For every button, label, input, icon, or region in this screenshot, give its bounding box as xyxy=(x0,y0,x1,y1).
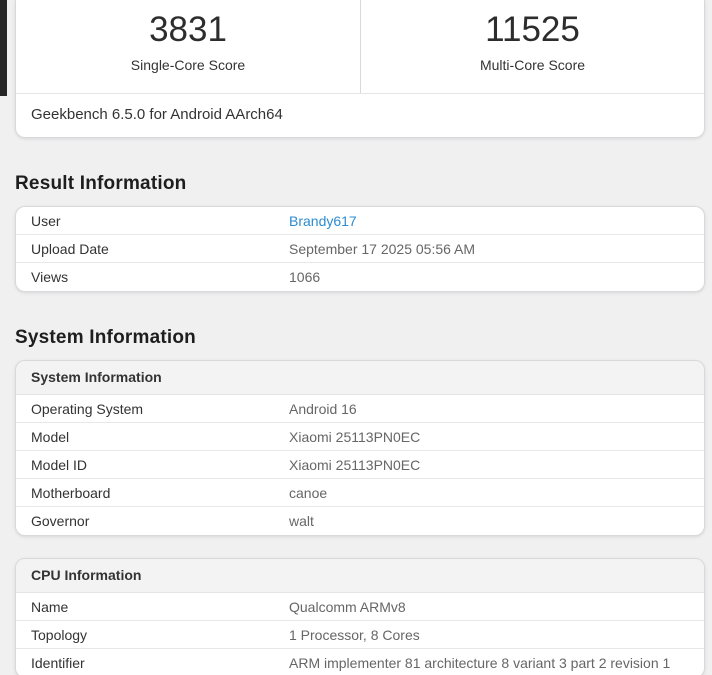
row-label: Governor xyxy=(16,513,289,529)
multi-core-score-cell: 11525 Multi-Core Score xyxy=(360,0,704,93)
left-edge-artifact xyxy=(0,0,7,96)
result-information-heading: Result Information xyxy=(15,173,705,195)
table-row: Operating SystemAndroid 16 xyxy=(16,395,704,423)
table-row: Upload DateSeptember 17 2025 05:56 AM xyxy=(16,235,704,263)
row-value: September 17 2025 05:56 AM xyxy=(289,241,704,257)
cpu-information-table-header: CPU Information xyxy=(16,559,704,593)
row-label: Identifier xyxy=(16,655,289,671)
row-value: Qualcomm ARMv8 xyxy=(289,599,704,615)
row-value: walt xyxy=(289,513,704,529)
row-label: Name xyxy=(16,599,289,615)
row-label: Upload Date xyxy=(16,241,289,257)
cpu-information-table: CPU Information NameQualcomm ARMv8Topolo… xyxy=(15,558,705,675)
single-core-score-cell: 3831 Single-Core Score xyxy=(16,0,360,93)
row-value: canoe xyxy=(289,485,704,501)
row-label: Operating System xyxy=(16,401,289,417)
row-value: 1 Processor, 8 Cores xyxy=(289,627,704,643)
result-information-table: UserBrandy617Upload DateSeptember 17 202… xyxy=(15,206,705,292)
row-value: Android 16 xyxy=(289,401,704,417)
row-value: 1066 xyxy=(289,269,704,285)
multi-core-score-label: Multi-Core Score xyxy=(361,57,704,73)
table-row: Views1066 xyxy=(16,263,704,291)
system-information-heading: System Information xyxy=(15,327,705,349)
table-row: UserBrandy617 xyxy=(16,207,704,235)
row-label: Model xyxy=(16,429,289,445)
row-label: Motherboard xyxy=(16,485,289,501)
user-link[interactable]: Brandy617 xyxy=(289,213,357,229)
system-information-table: System Information Operating SystemAndro… xyxy=(15,360,705,536)
row-label: Model ID xyxy=(16,457,289,473)
table-row: Model IDXiaomi 25113PN0EC xyxy=(16,451,704,479)
table-row: Governorwalt xyxy=(16,507,704,535)
row-value: Brandy617 xyxy=(289,213,704,229)
table-row: NameQualcomm ARMv8 xyxy=(16,593,704,621)
benchmark-version-note: Geekbench 6.5.0 for Android AArch64 xyxy=(16,94,704,137)
row-label: Views xyxy=(16,269,289,285)
row-value: Xiaomi 25113PN0EC xyxy=(289,457,704,473)
score-row: 3831 Single-Core Score 11525 Multi-Core … xyxy=(16,0,704,94)
row-value: ARM implementer 81 architecture 8 varian… xyxy=(289,655,704,671)
single-core-score-label: Single-Core Score xyxy=(16,57,360,73)
geekbench-result-page: 3831 Single-Core Score 11525 Multi-Core … xyxy=(0,0,712,675)
row-value: Xiaomi 25113PN0EC xyxy=(289,429,704,445)
table-row: Topology1 Processor, 8 Cores xyxy=(16,621,704,649)
row-label: User xyxy=(16,213,289,229)
table-row: IdentifierARM implementer 81 architectur… xyxy=(16,649,704,675)
system-information-table-header: System Information xyxy=(16,361,704,395)
table-row: ModelXiaomi 25113PN0EC xyxy=(16,423,704,451)
row-label: Topology xyxy=(16,627,289,643)
table-row: Motherboardcanoe xyxy=(16,479,704,507)
multi-core-score-value: 11525 xyxy=(361,11,704,49)
score-summary-card: 3831 Single-Core Score 11525 Multi-Core … xyxy=(15,0,705,138)
content-container: 3831 Single-Core Score 11525 Multi-Core … xyxy=(15,0,705,675)
single-core-score-value: 3831 xyxy=(16,11,360,49)
